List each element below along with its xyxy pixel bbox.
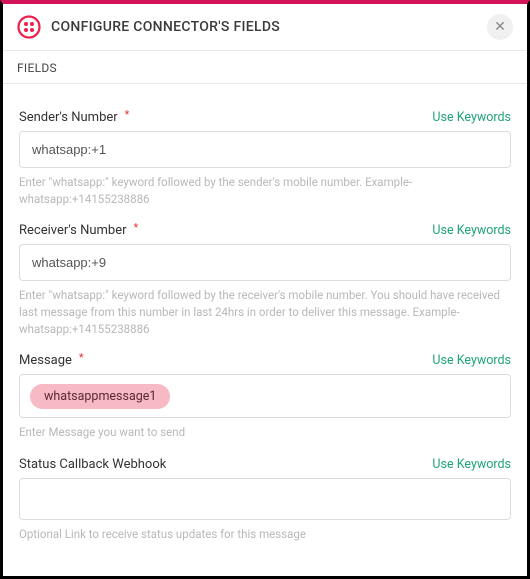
close-button[interactable]: ✕: [487, 14, 513, 40]
fields-content: Sender's Number * Use Keywords Enter "wh…: [3, 84, 527, 563]
section-label: FIELDS: [3, 51, 527, 84]
field-label: Sender's Number: [19, 110, 118, 125]
receiver-number-input[interactable]: [19, 244, 511, 281]
use-keywords-link[interactable]: Use Keywords: [432, 223, 511, 238]
message-input[interactable]: whatsappmessage1: [19, 374, 511, 418]
field-label: Status Callback Webhook: [19, 457, 166, 472]
field-label: Receiver's Number: [19, 223, 127, 238]
field-label: Message: [19, 353, 72, 368]
required-indicator: *: [79, 351, 84, 364]
use-keywords-link[interactable]: Use Keywords: [432, 110, 511, 125]
field-status-callback: Status Callback Webhook Use Keywords Opt…: [19, 453, 511, 543]
use-keywords-link[interactable]: Use Keywords: [432, 457, 511, 472]
field-helper: Enter "whatsapp:" keyword followed by th…: [19, 287, 511, 337]
status-callback-input[interactable]: [19, 478, 511, 520]
required-indicator: *: [134, 221, 139, 234]
field-receiver-number: Receiver's Number * Use Keywords Enter "…: [19, 219, 511, 337]
close-icon: ✕: [494, 19, 506, 35]
field-message: Message * Use Keywords whatsappmessage1 …: [19, 349, 511, 441]
field-sender-number: Sender's Number * Use Keywords Enter "wh…: [19, 106, 511, 207]
keyword-chip[interactable]: whatsappmessage1: [30, 384, 170, 409]
required-indicator: *: [125, 108, 130, 121]
use-keywords-link[interactable]: Use Keywords: [432, 353, 511, 368]
sender-number-input[interactable]: [19, 131, 511, 168]
connector-logo-icon: [17, 15, 41, 39]
field-helper: Optional Link to receive status updates …: [19, 526, 511, 543]
dialog-header: CONFIGURE CONNECTOR'S FIELDS ✕: [3, 4, 527, 51]
dialog-title: CONFIGURE CONNECTOR'S FIELDS: [51, 19, 477, 35]
field-helper: Enter Message you want to send: [19, 424, 511, 441]
field-helper: Enter "whatsapp:" keyword followed by th…: [19, 174, 511, 207]
